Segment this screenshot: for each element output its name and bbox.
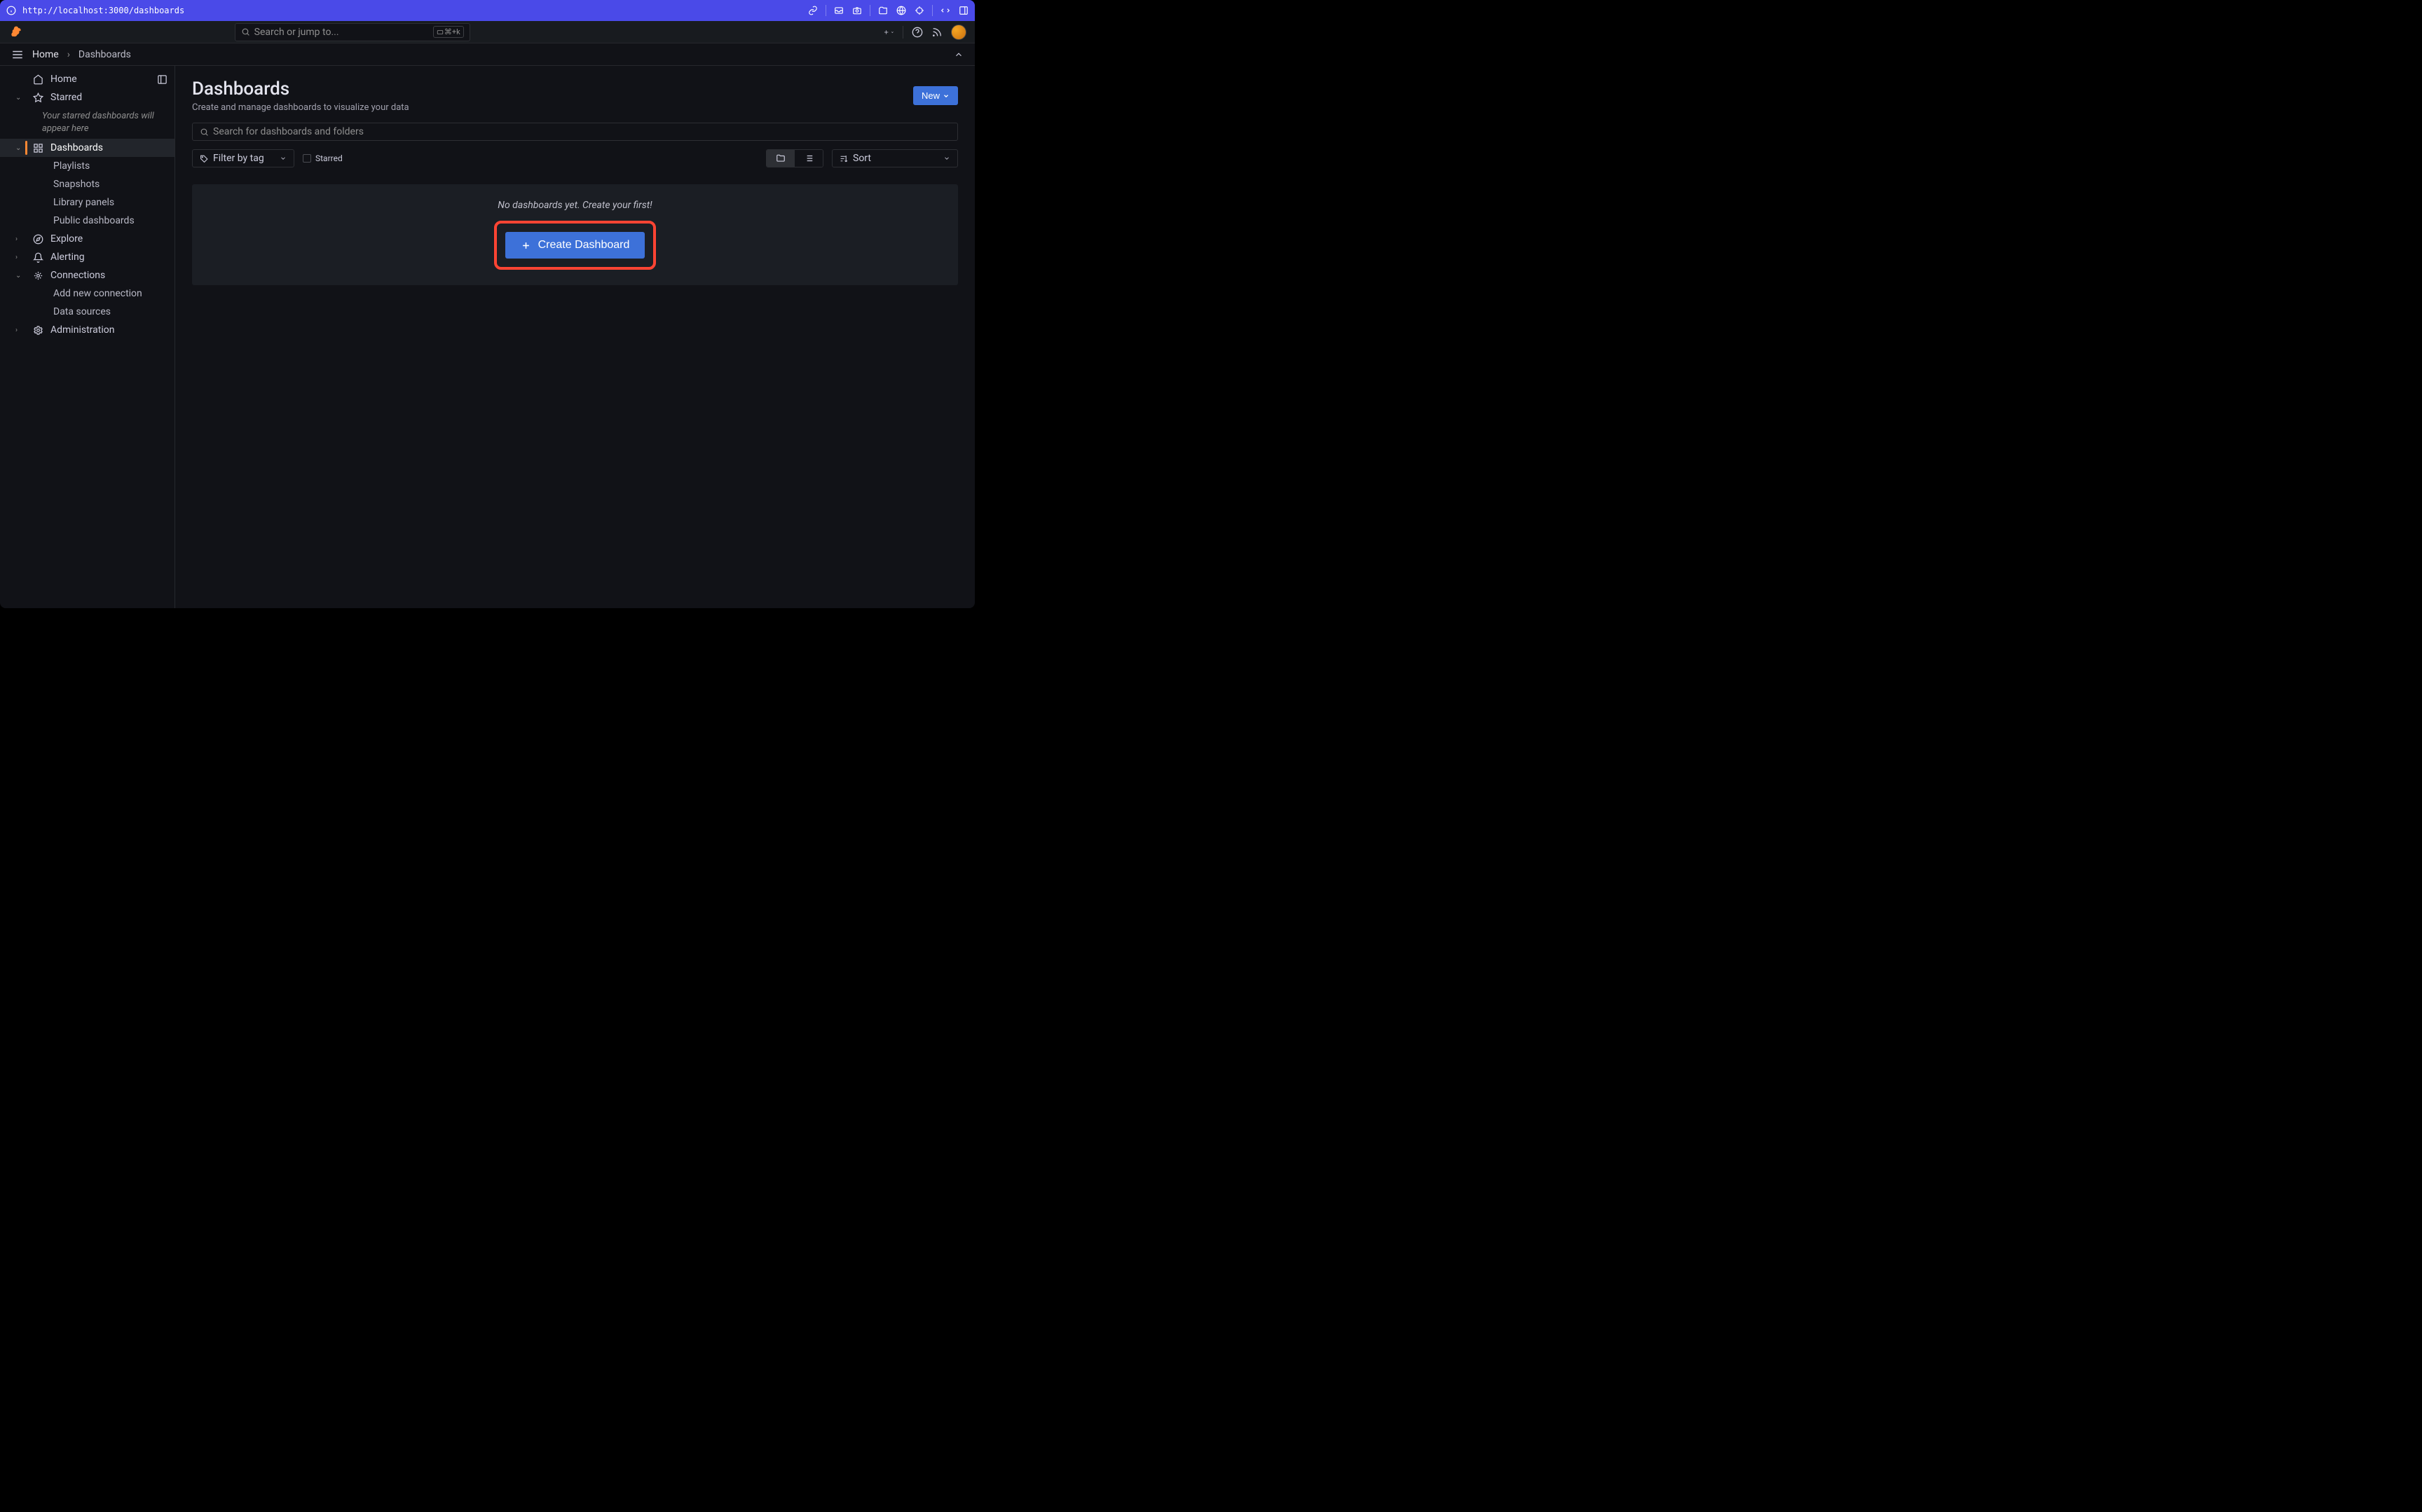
info-icon[interactable] xyxy=(6,5,17,16)
chevron-down-icon xyxy=(943,155,950,162)
collapse-icon[interactable] xyxy=(954,50,964,60)
gear-icon xyxy=(32,324,43,336)
help-icon[interactable] xyxy=(912,27,923,38)
list-icon xyxy=(804,153,814,163)
sidebar-item-connections[interactable]: ⌄ Connections xyxy=(0,266,175,284)
view-toggle xyxy=(766,149,823,167)
sidebar-item-playlists[interactable]: Playlists xyxy=(0,157,175,175)
dock-panel-icon[interactable] xyxy=(157,74,167,85)
chevron-down-icon[interactable]: ⌄ xyxy=(15,144,22,152)
menu-toggle-icon[interactable] xyxy=(11,48,24,61)
sidebar-item-label: Alerting xyxy=(50,252,85,263)
highlight-annotation: Create Dashboard xyxy=(494,221,657,270)
sidebar-item-dashboards[interactable]: ⌄ Dashboards xyxy=(0,139,175,157)
plus-icon xyxy=(521,240,531,251)
sidebar-item-library-panels[interactable]: Library panels xyxy=(0,193,175,212)
browser-url-bar: http://localhost:3000/dashboards xyxy=(0,0,975,21)
globe-icon[interactable] xyxy=(896,5,907,16)
global-search-input[interactable]: Search or jump to... ⌘+k xyxy=(235,23,470,41)
sort-select[interactable]: Sort xyxy=(832,149,958,167)
sidebar-item-starred[interactable]: ⌄ Starred xyxy=(0,88,175,106)
user-avatar[interactable] xyxy=(951,25,966,40)
sidebar-item-label: Starred xyxy=(50,92,82,103)
sidebar-item-label: Administration xyxy=(50,324,114,336)
sidebar-item-alerting[interactable]: › Alerting xyxy=(0,248,175,266)
url-text[interactable]: http://localhost:3000/dashboards xyxy=(22,6,184,15)
breadcrumb-separator: › xyxy=(67,49,70,60)
starred-filter-checkbox[interactable]: Starred xyxy=(303,153,343,163)
sidebar-item-administration[interactable]: › Administration xyxy=(0,321,175,339)
sidebar-item-label: Connections xyxy=(50,270,105,281)
add-menu-button[interactable] xyxy=(883,27,894,38)
app-top-bar: Search or jump to... ⌘+k xyxy=(0,21,975,43)
link-icon[interactable] xyxy=(807,5,819,16)
starred-empty-note: Your starred dashboards will appear here xyxy=(0,106,175,139)
filter-by-tag-select[interactable]: Filter by tag xyxy=(192,149,294,167)
new-button[interactable]: New xyxy=(913,86,958,105)
folder-icon[interactable] xyxy=(877,5,889,16)
dashboard-search-input[interactable]: Search for dashboards and folders xyxy=(192,123,958,141)
main-content: Dashboards Create and manage dashboards … xyxy=(175,66,975,608)
grafana-logo-icon[interactable] xyxy=(8,25,24,40)
sidebar-item-home[interactable]: Home xyxy=(0,70,175,88)
empty-state-panel: No dashboards yet. Create your first! Cr… xyxy=(192,184,958,285)
breadcrumb-home[interactable]: Home xyxy=(32,49,59,60)
expand-icon[interactable] xyxy=(940,5,951,16)
sidebar-item-add-connection[interactable]: Add new connection xyxy=(0,284,175,303)
rss-icon[interactable] xyxy=(931,27,943,38)
folder-icon xyxy=(776,153,786,163)
sidebar: Home ⌄ Starred Your starred dashboards w… xyxy=(0,66,175,608)
create-button-label: Create Dashboard xyxy=(538,239,630,252)
sidebar-item-label: Dashboards xyxy=(50,142,103,153)
tag-icon xyxy=(200,154,209,163)
folder-view-button[interactable] xyxy=(767,150,795,167)
breadcrumb-bar: Home › Dashboards xyxy=(0,43,975,66)
search-icon xyxy=(200,128,209,137)
search-placeholder: Search for dashboards and folders xyxy=(213,126,364,137)
chevron-right-icon[interactable]: › xyxy=(15,235,22,243)
bell-icon xyxy=(32,252,43,263)
divider xyxy=(932,5,933,16)
empty-state-text: No dashboards yet. Create your first! xyxy=(207,200,943,211)
target-icon[interactable] xyxy=(914,5,925,16)
chevron-right-icon[interactable]: › xyxy=(15,254,22,261)
breadcrumb-current: Dashboards xyxy=(78,49,131,60)
sidebar-item-data-sources[interactable]: Data sources xyxy=(0,303,175,321)
starred-label: Starred xyxy=(315,153,343,163)
plug-icon xyxy=(32,270,43,281)
grid-icon xyxy=(32,142,43,153)
page-subtitle: Create and manage dashboards to visualiz… xyxy=(192,102,409,113)
sidebar-item-label: Explore xyxy=(50,233,83,245)
star-icon xyxy=(32,92,43,103)
sidebar-item-label: Home xyxy=(50,74,77,85)
compass-icon xyxy=(32,233,43,245)
sidebar-item-explore[interactable]: › Explore xyxy=(0,230,175,248)
chevron-down-icon[interactable]: ⌄ xyxy=(15,94,22,102)
sort-label: Sort xyxy=(853,153,871,164)
checkbox-box xyxy=(303,154,311,163)
chevron-down-icon xyxy=(280,155,287,162)
home-icon xyxy=(32,74,43,85)
list-view-button[interactable] xyxy=(795,150,823,167)
chevron-down-icon xyxy=(943,92,950,99)
sidebar-item-public-dashboards[interactable]: Public dashboards xyxy=(0,212,175,230)
chevron-down-icon[interactable]: ⌄ xyxy=(15,272,22,280)
sidebar-item-snapshots[interactable]: Snapshots xyxy=(0,175,175,193)
new-button-label: New xyxy=(922,90,940,101)
create-dashboard-button[interactable]: Create Dashboard xyxy=(505,232,645,259)
camera-icon[interactable] xyxy=(851,5,863,16)
search-icon xyxy=(241,27,250,36)
inbox-icon[interactable] xyxy=(833,5,844,16)
chevron-right-icon[interactable]: › xyxy=(15,327,22,334)
search-placeholder: Search or jump to... xyxy=(254,27,429,38)
page-title: Dashboards xyxy=(192,78,409,99)
filter-label: Filter by tag xyxy=(213,153,264,164)
panel-icon[interactable] xyxy=(958,5,969,16)
kbd-shortcut: ⌘+k xyxy=(433,26,464,38)
sort-icon xyxy=(840,154,849,163)
